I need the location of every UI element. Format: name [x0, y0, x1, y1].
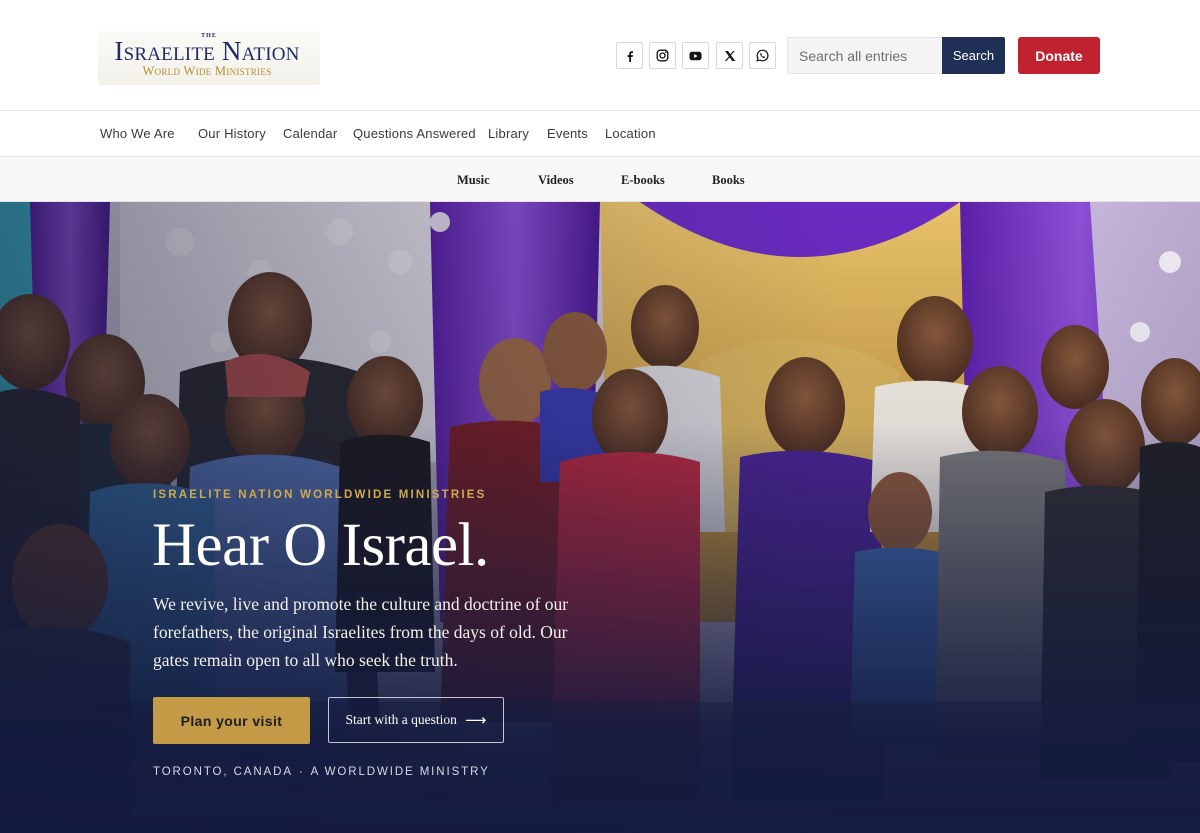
secondary-nav: Music Videos E-books Books: [0, 157, 1200, 202]
x-link[interactable]: [716, 42, 743, 69]
logo-subtitle: World Wide Ministries: [142, 64, 272, 78]
hero-location: TORONTO, CANADA: [153, 766, 293, 778]
whatsapp-link[interactable]: [749, 42, 776, 69]
nav-item-who-we-are[interactable]: Who We Are: [100, 126, 175, 141]
nav-item-location[interactable]: Location: [605, 126, 656, 141]
hero-description: We revive, live and promote the culture …: [153, 594, 569, 670]
nav-item-calendar[interactable]: Calendar: [283, 126, 337, 141]
sub-nav-books[interactable]: Books: [712, 173, 745, 188]
nav-item-our-history[interactable]: Our History: [198, 126, 266, 141]
question-button-label: Start with a question: [345, 712, 457, 727]
hero-location-line: TORONTO, CANADA · A WORLDWIDE MINISTRY: [153, 766, 490, 778]
instagram-icon: [656, 49, 669, 62]
sub-nav-videos[interactable]: Videos: [538, 173, 574, 188]
arrow-right-icon: ⟶: [464, 710, 487, 729]
whatsapp-icon: [756, 49, 769, 62]
separator-dot: ·: [298, 766, 305, 778]
nav-item-library[interactable]: Library: [488, 126, 529, 141]
hero-section: ISRAELITE NATION WORLDWIDE MINISTRIES He…: [0, 202, 1200, 833]
plan-your-visit-button[interactable]: Plan your visit: [153, 697, 310, 744]
nav-item-events[interactable]: Events: [547, 126, 588, 141]
facebook-link[interactable]: [616, 42, 643, 69]
start-with-a-question-button[interactable]: Start with a question ⟶: [328, 697, 504, 743]
donate-button[interactable]: Donate: [1018, 37, 1100, 74]
sub-nav-e-books[interactable]: E-books: [621, 173, 665, 188]
facebook-icon: [627, 50, 633, 62]
hero-title: Hear O Israel.: [152, 512, 489, 579]
hero-tagline: A WORLDWIDE MINISTRY: [310, 766, 490, 778]
search-button[interactable]: Search: [942, 37, 1005, 74]
youtube-link[interactable]: [682, 42, 709, 69]
site-logo[interactable]: THE Israelite Nation World Wide Ministri…: [98, 31, 320, 85]
site-header: THE Israelite Nation World Wide Ministri…: [0, 0, 1200, 111]
nav-item-questions-answered[interactable]: Questions Answered: [353, 126, 476, 141]
logo-name: Israelite Nation: [114, 36, 300, 66]
primary-nav: Who We Are Our History Calendar Question…: [0, 111, 1200, 157]
hero-eyebrow: ISRAELITE NATION WORLDWIDE MINISTRIES: [153, 489, 487, 501]
instagram-link[interactable]: [649, 42, 676, 69]
youtube-icon: [689, 51, 702, 60]
sub-nav-music[interactable]: Music: [457, 173, 490, 188]
x-icon: [724, 50, 735, 61]
search-input[interactable]: [787, 37, 943, 74]
